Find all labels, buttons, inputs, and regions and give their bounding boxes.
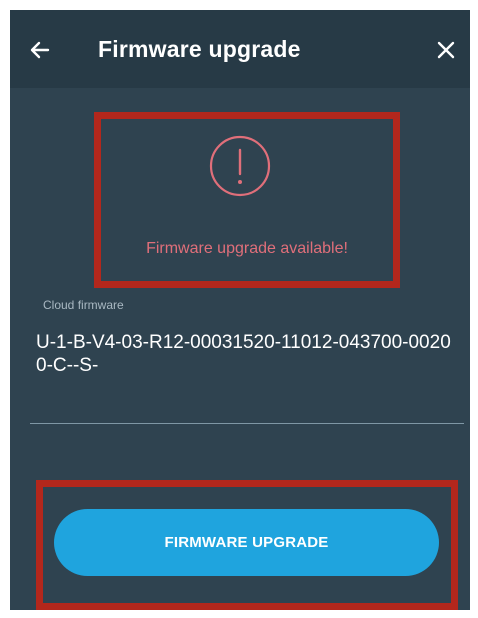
app-screen: Firmware upgrade Firmware upgrade availa… xyxy=(10,10,470,610)
back-button[interactable] xyxy=(20,30,60,70)
cloud-firmware-label: Cloud firmware xyxy=(43,298,124,312)
close-icon xyxy=(437,41,455,59)
upgrade-available-message: Firmware upgrade available! xyxy=(146,240,348,257)
cloud-firmware-value: U-1-B-V4-03-R12-00031520-11012-043700-00… xyxy=(36,332,451,376)
page-title: Firmware upgrade xyxy=(98,36,301,62)
field-underline xyxy=(30,423,464,424)
arrow-left-icon xyxy=(30,41,50,59)
top-app-bar: Firmware upgrade xyxy=(10,10,470,88)
close-button[interactable] xyxy=(426,30,466,70)
firmware-upgrade-button[interactable]: FIRMWARE UPGRADE xyxy=(54,509,439,576)
exclamation-circle-icon xyxy=(209,135,271,197)
